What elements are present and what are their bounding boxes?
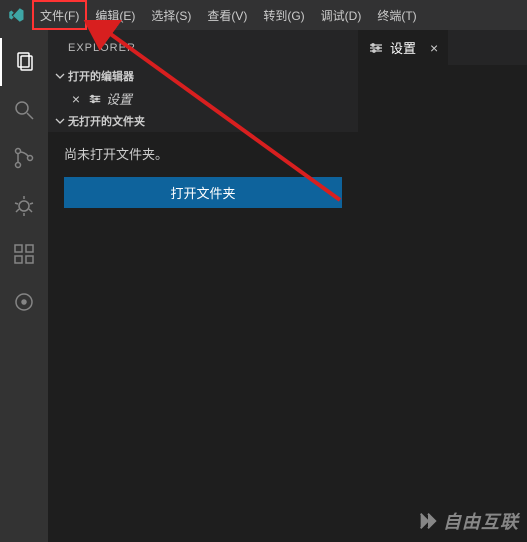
tab-settings[interactable]: 设置 × <box>358 30 448 65</box>
vscode-logo-icon <box>4 3 28 27</box>
source-control-icon[interactable] <box>0 134 48 182</box>
no-folder-body: 尚未打开文件夹。 打开文件夹 <box>48 132 358 542</box>
menu-debug[interactable]: 调试(D) <box>313 0 370 30</box>
open-editors-label: 打开的编辑器 <box>68 68 134 84</box>
open-editor-label: 设置 <box>106 89 132 108</box>
menu-edit[interactable]: 编辑(E) <box>87 0 143 30</box>
search-icon[interactable] <box>0 86 48 134</box>
open-folder-button[interactable]: 打开文件夹 <box>64 177 342 208</box>
menu-file[interactable]: 文件(F) <box>32 0 87 30</box>
menu-goto[interactable]: 转到(G) <box>255 0 312 30</box>
explorer-sidebar: EXPLORER 打开的编辑器 × 设置 无打开的文件夹 尚未打开文件夹。 打开… <box>48 30 358 542</box>
no-folder-message: 尚未打开文件夹。 <box>64 144 342 163</box>
no-folder-label: 无打开的文件夹 <box>68 113 145 129</box>
settings-small-icon <box>86 92 104 106</box>
watermark: 自由互联 <box>417 508 519 534</box>
extensions-icon[interactable] <box>0 230 48 278</box>
menu-select[interactable]: 选择(S) <box>143 0 199 30</box>
close-icon[interactable]: × <box>430 40 438 56</box>
menu-view[interactable]: 查看(V) <box>199 0 255 30</box>
docker-icon[interactable] <box>0 278 48 326</box>
open-editor-item[interactable]: × 设置 <box>48 87 358 110</box>
activity-bar <box>0 30 48 542</box>
open-editors-header[interactable]: 打开的编辑器 <box>48 65 358 87</box>
explorer-icon[interactable] <box>0 38 48 86</box>
editor-area: 设置 × <box>358 30 527 542</box>
menu-terminal[interactable]: 终端(T) <box>369 0 424 30</box>
tab-label: 设置 <box>390 38 416 57</box>
tab-bar: 设置 × <box>358 30 527 65</box>
debug-icon[interactable] <box>0 182 48 230</box>
menubar: 文件(F) 编辑(E) 选择(S) 查看(V) 转到(G) 调试(D) 终端(T… <box>0 0 527 30</box>
close-icon[interactable]: × <box>68 91 84 107</box>
chevron-down-icon <box>52 71 68 81</box>
main-area: EXPLORER 打开的编辑器 × 设置 无打开的文件夹 尚未打开文件夹。 打开… <box>0 30 527 542</box>
chevron-down-icon <box>52 116 68 126</box>
no-folder-header[interactable]: 无打开的文件夹 <box>48 110 358 132</box>
settings-icon <box>368 40 384 56</box>
sidebar-title: EXPLORER <box>48 30 358 65</box>
